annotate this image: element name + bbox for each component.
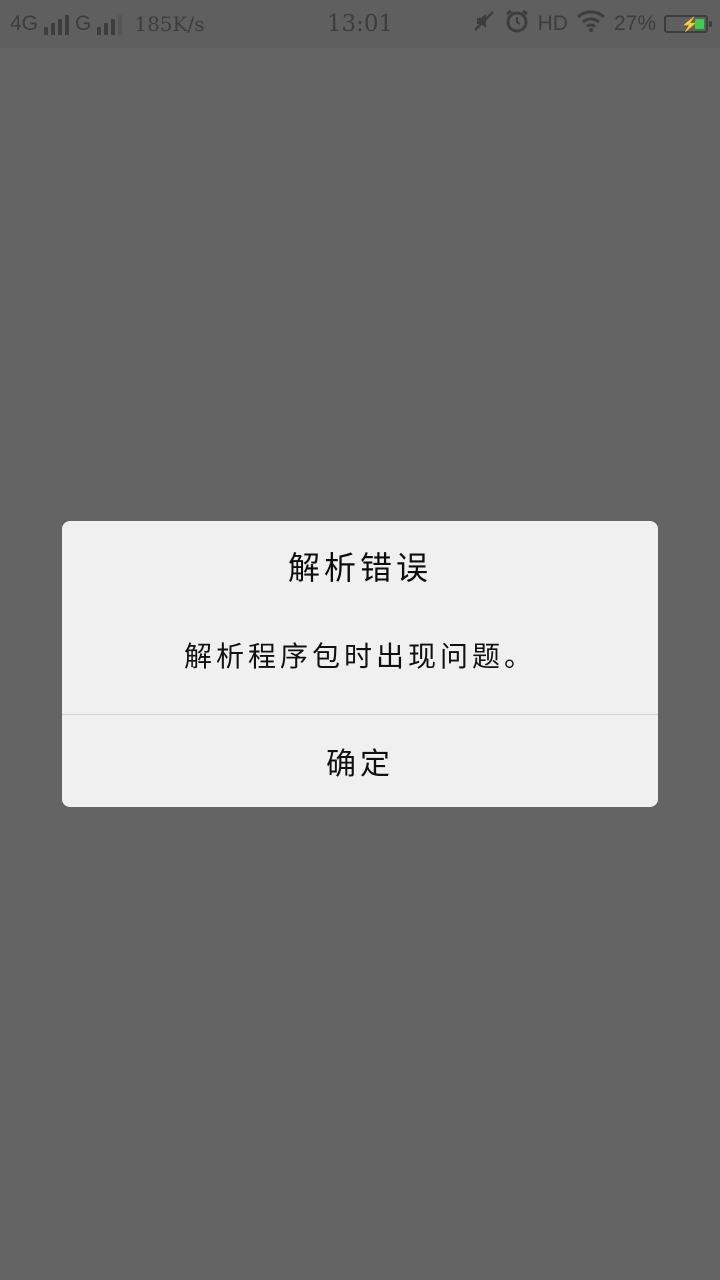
dialog-message: 解析程序包时出现问题。 [183,640,536,673]
status-bar-right: HD 27% ⚡ [472,0,712,48]
wifi-icon [576,9,606,39]
status-bar: 4G G 185K/s 13:01 HD 27% ⚡ [0,0,720,48]
parse-error-dialog: 解析错误 解析程序包时出现问题。 确定 [62,521,658,807]
battery-percent: 27% [613,12,656,35]
mute-icon [472,9,496,39]
hd-label: HD [537,12,568,35]
battery-charging-icon: ⚡ [664,15,712,33]
alarm-icon [504,8,530,40]
dialog-title: 解析错误 [287,549,432,587]
battery-level-fill [695,19,704,29]
confirm-button[interactable]: 确定 [62,715,658,807]
